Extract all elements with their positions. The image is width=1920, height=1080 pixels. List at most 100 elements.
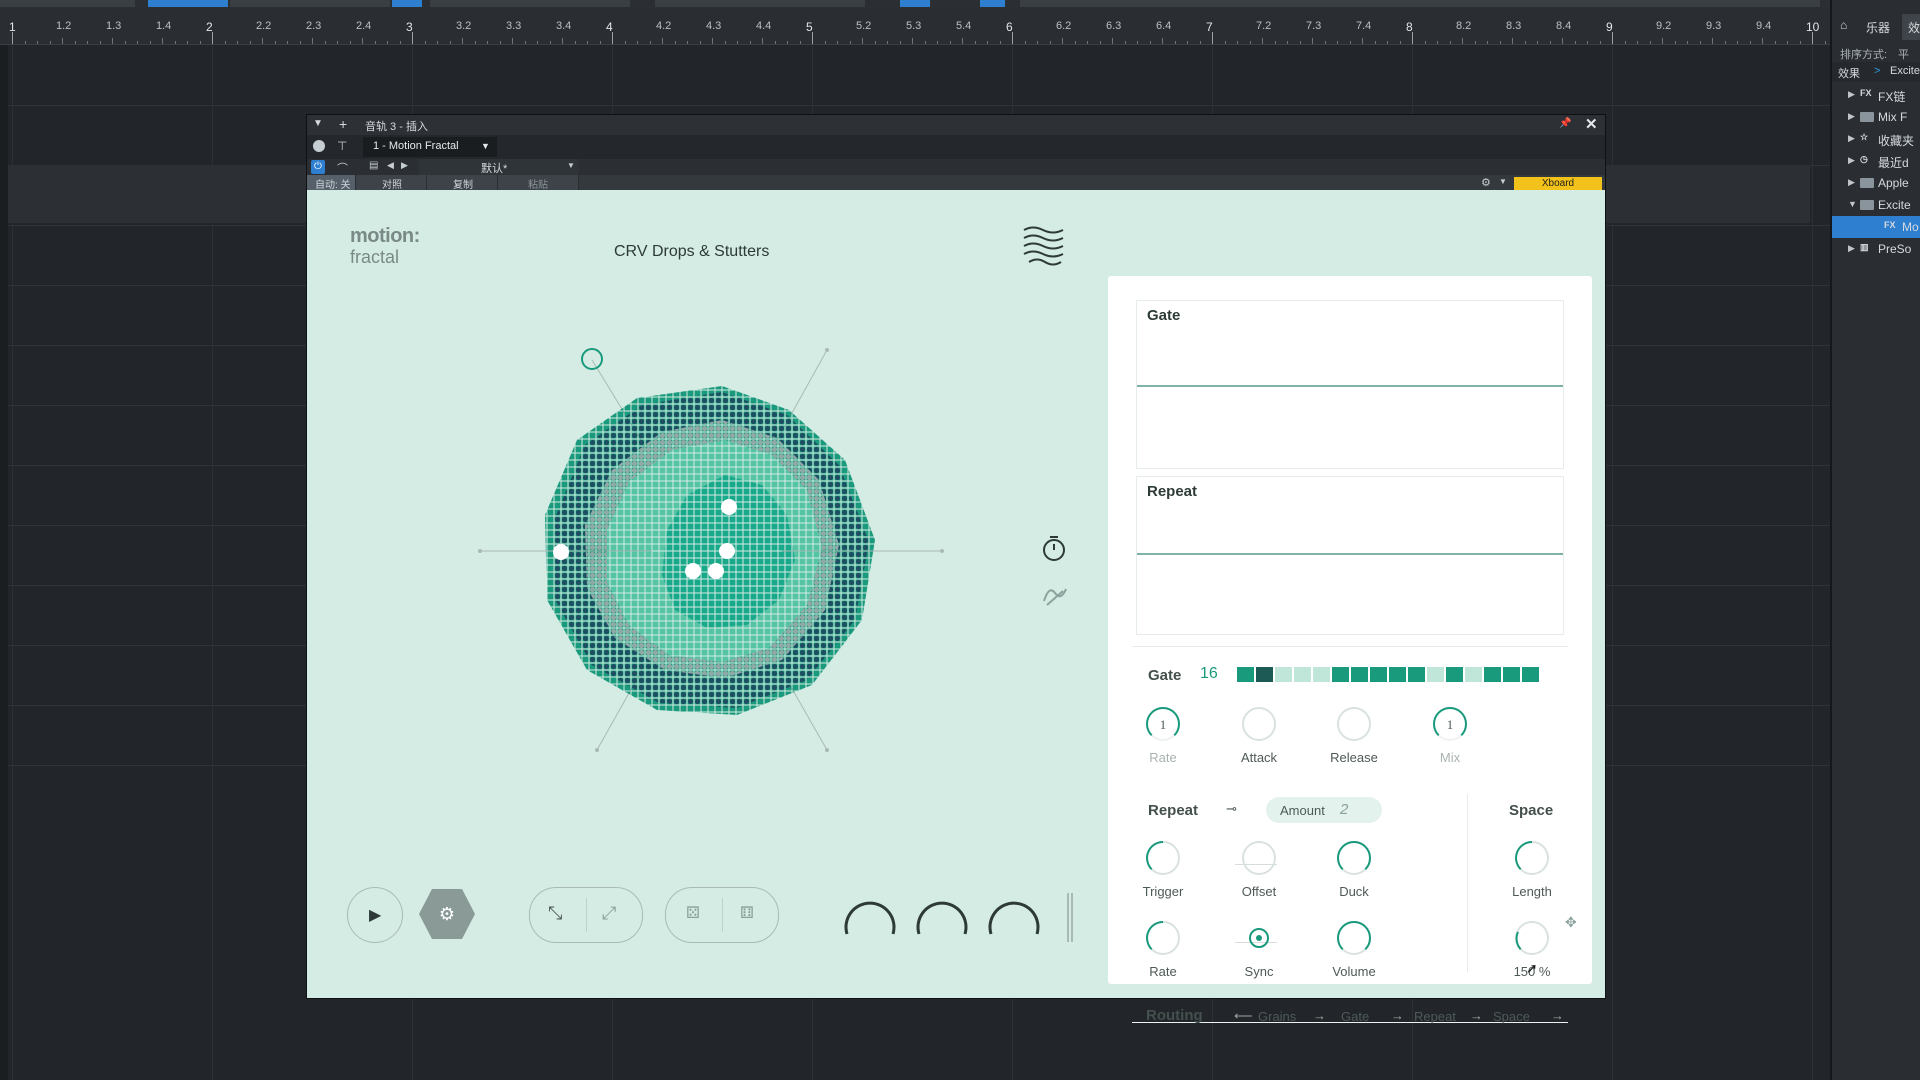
repeat-volume-knob[interactable] bbox=[1334, 918, 1374, 958]
gate-steps-count[interactable]: 16 bbox=[1200, 665, 1218, 683]
gate-mix-knob[interactable]: 1 bbox=[1430, 704, 1470, 744]
grain-handle[interactable] bbox=[581, 348, 603, 370]
preset-list-icon[interactable]: ▤ bbox=[369, 160, 378, 171]
pin-icon[interactable]: 📌 bbox=[1559, 118, 1571, 129]
expand-arrows-icon[interactable]: ⤢ bbox=[602, 903, 616, 924]
collapse-arrows-icon[interactable]: ⤡ bbox=[548, 903, 562, 924]
sort-value[interactable]: 平 bbox=[1898, 46, 1909, 62]
browser-item[interactable]: ▶ ☆ 收藏夹 bbox=[1832, 128, 1920, 150]
chevron-right-icon[interactable]: ▶ bbox=[1848, 177, 1855, 188]
randomize-icon[interactable]: ⚄ bbox=[686, 903, 700, 923]
move-icon[interactable]: ✥ bbox=[1565, 914, 1577, 931]
plugin-icon[interactable] bbox=[313, 140, 325, 152]
amount-control[interactable]: Amount 2 bbox=[1266, 797, 1382, 823]
routing-item-grains[interactable]: Grains bbox=[1258, 1009, 1296, 1024]
timeline-ruler[interactable]: 1 1.2 1.3 1.4 2 2.2 2.3 2.4 3 3.2 3.3 3.4 4 4.2 4.3 4.4… bbox=[0, 8, 1851, 45]
gate-step[interactable] bbox=[1446, 667, 1463, 682]
gate-step[interactable] bbox=[1313, 667, 1330, 682]
plugin-titlebar[interactable]: ▼ + 音轨 3 - 插入 📌 ✕ bbox=[307, 115, 1605, 135]
tab-effects-bg[interactable]: 效果 bbox=[1902, 14, 1920, 40]
browser-item[interactable]: FX Mo bbox=[1832, 216, 1920, 238]
gate-attack-knob[interactable] bbox=[1239, 704, 1279, 744]
gate-step[interactable] bbox=[1256, 667, 1273, 682]
settings-button[interactable]: ⚙ bbox=[417, 887, 477, 941]
preset-name-field[interactable]: 默认* ▼ bbox=[419, 159, 579, 175]
browser-item[interactable]: ▼ Excite bbox=[1832, 194, 1920, 216]
randomize-lock-icon[interactable]: ⚅ bbox=[740, 903, 754, 923]
breadcrumb-child[interactable]: Excite bbox=[1890, 65, 1920, 77]
browser-item[interactable]: ▶ Apple bbox=[1832, 172, 1920, 194]
repeat-trigger-knob[interactable] bbox=[1143, 838, 1183, 878]
breadcrumb-root[interactable]: 效果 bbox=[1838, 65, 1860, 81]
macro-knobs[interactable] bbox=[837, 890, 1087, 944]
bypass-icon[interactable]: ⌒ bbox=[337, 160, 348, 176]
play-button[interactable]: ▶ bbox=[347, 887, 403, 943]
gate-step[interactable] bbox=[1389, 667, 1406, 682]
browser-item[interactable]: ▶ Mix F bbox=[1832, 106, 1920, 128]
gate-step[interactable] bbox=[1484, 667, 1501, 682]
gate-envelope-editor[interactable]: Gate bbox=[1136, 300, 1564, 469]
auto-toggle[interactable]: 自动: 关 bbox=[307, 175, 356, 191]
compare-button[interactable]: 对照 bbox=[356, 175, 427, 191]
repeat-link-icon[interactable]: ⊸ bbox=[1226, 801, 1237, 817]
gate-step[interactable] bbox=[1370, 667, 1387, 682]
gate-step[interactable] bbox=[1351, 667, 1368, 682]
gate-step[interactable] bbox=[1465, 667, 1482, 682]
chevron-right-icon[interactable]: ▶ bbox=[1848, 89, 1855, 100]
add-icon[interactable]: + bbox=[339, 116, 347, 132]
next-preset-icon[interactable]: ▶ bbox=[401, 160, 408, 171]
gate-step[interactable] bbox=[1294, 667, 1311, 682]
browser-item[interactable]: ▶ ▥ PreSo bbox=[1832, 238, 1920, 260]
gate-step[interactable] bbox=[1503, 667, 1520, 682]
tab-effects[interactable]: 效果 bbox=[1908, 19, 1920, 36]
chevron-right-icon[interactable]: ▶ bbox=[1848, 133, 1855, 144]
repeat-rate-knob[interactable] bbox=[1143, 918, 1183, 958]
repeat-duck-knob[interactable] bbox=[1334, 838, 1374, 878]
draw-curve-icon[interactable] bbox=[1041, 581, 1069, 607]
fractal-visualizer[interactable] bbox=[407, 320, 967, 820]
gate-step[interactable] bbox=[1275, 667, 1292, 682]
chevron-right-icon[interactable]: ▶ bbox=[1848, 243, 1855, 254]
chevron-right-icon[interactable]: ▶ bbox=[1848, 155, 1855, 166]
browser-item[interactable]: ▶ ◷ 最近d bbox=[1832, 150, 1920, 172]
close-icon[interactable]: ✕ bbox=[1585, 115, 1598, 133]
xboard-button[interactable]: Xboard bbox=[1514, 177, 1602, 190]
routing-item-gate[interactable]: Gate bbox=[1341, 1009, 1369, 1024]
gate-step[interactable] bbox=[1237, 667, 1254, 682]
browser-item[interactable]: ▶ FX FX链 bbox=[1832, 84, 1920, 106]
wave-menu-icon[interactable] bbox=[1021, 224, 1067, 266]
repeat-sync-knob[interactable] bbox=[1239, 918, 1279, 958]
paste-button[interactable]: 粘贴 bbox=[498, 175, 579, 191]
routing-tree-icon[interactable]: ⊤ bbox=[337, 139, 347, 153]
repeat-envelope-editor[interactable]: Repeat bbox=[1136, 476, 1564, 635]
tab-instruments[interactable]: 乐器 bbox=[1866, 19, 1890, 36]
gate-envelope-line[interactable] bbox=[1137, 385, 1563, 387]
timer-icon[interactable] bbox=[1039, 534, 1069, 564]
space-amount-knob[interactable] bbox=[1512, 918, 1552, 958]
gate-step[interactable] bbox=[1522, 667, 1539, 682]
gate-step[interactable] bbox=[1332, 667, 1349, 682]
routing-item-space[interactable]: Space bbox=[1493, 1009, 1530, 1024]
gate-release-knob[interactable] bbox=[1334, 704, 1374, 744]
preset-name-title[interactable]: CRV Drops & Stutters bbox=[614, 243, 769, 261]
repeat-envelope-line[interactable] bbox=[1137, 553, 1563, 555]
repeat-offset-knob[interactable] bbox=[1239, 838, 1279, 878]
previous-preset-icon[interactable]: ◀ bbox=[387, 160, 394, 171]
preset-selector[interactable]: 1 - Motion Fractal ▼ bbox=[363, 137, 497, 157]
gate-step[interactable] bbox=[1408, 667, 1425, 682]
chevron-down-icon[interactable]: ▼ bbox=[1499, 177, 1507, 186]
copy-button[interactable]: 复制 bbox=[427, 175, 498, 191]
chevron-right-icon[interactable]: ▶ bbox=[1848, 111, 1855, 122]
settings-gear-icon[interactable]: ⚙ bbox=[1481, 176, 1491, 189]
ruler-label: 2.3 bbox=[306, 20, 322, 32]
ruler-label: 7.3 bbox=[1306, 20, 1322, 32]
routing-item-repeat[interactable]: Repeat bbox=[1414, 1009, 1456, 1024]
gate-rate-knob[interactable]: 1 bbox=[1143, 704, 1183, 744]
length-knob[interactable] bbox=[1512, 838, 1552, 878]
collapse-icon[interactable]: ▼ bbox=[313, 118, 323, 129]
gate-step-sequencer[interactable] bbox=[1237, 667, 1557, 682]
gate-step[interactable] bbox=[1427, 667, 1444, 682]
home-icon[interactable]: ⌂ bbox=[1840, 18, 1847, 32]
chevron-down-icon[interactable]: ▼ bbox=[1848, 199, 1857, 209]
power-icon[interactable]: ⏻ bbox=[311, 160, 325, 174]
